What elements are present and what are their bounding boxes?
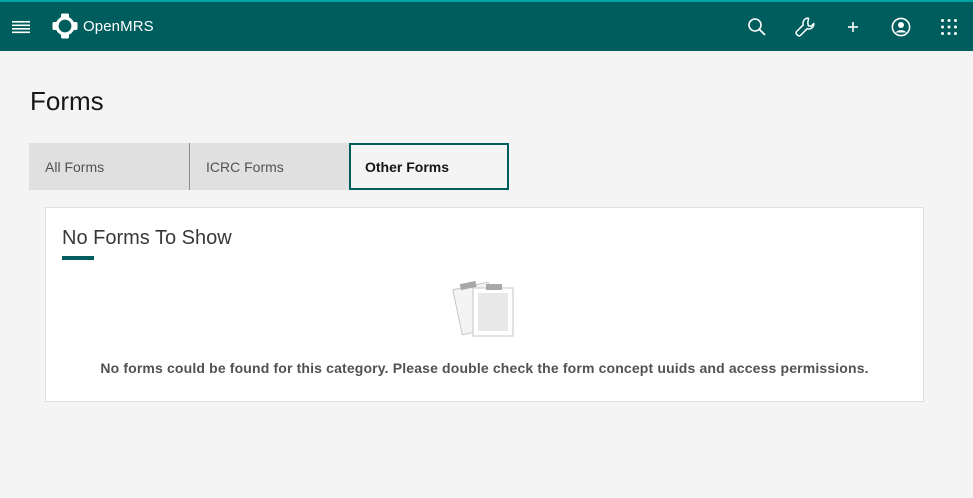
header-actions [733, 2, 973, 51]
brand-name: OpenMRS [83, 17, 154, 35]
empty-state-message: No forms could be found for this categor… [100, 360, 869, 376]
search-button[interactable] [733, 2, 781, 51]
tab-other-forms[interactable]: Other Forms [349, 143, 509, 190]
tab-all-forms[interactable]: All Forms [29, 143, 189, 190]
form-category-tabs: All Forms ICRC Forms Other Forms [29, 143, 509, 190]
clipboard-stack-icon [452, 280, 514, 337]
app-switcher-button[interactable] [925, 2, 973, 51]
heading-accent-bar [62, 256, 94, 260]
top-navigation-bar: OpenMRS [0, 0, 973, 51]
empty-state-heading: No Forms To Show [62, 227, 232, 249]
page-title: Forms [30, 86, 104, 116]
user-avatar-icon [891, 17, 911, 36]
empty-state-card: No Forms To Show No forms could be found… [45, 207, 924, 402]
app-switcher-icon [941, 18, 957, 35]
user-menu-button[interactable] [877, 2, 925, 51]
search-icon [748, 17, 766, 36]
menu-icon [12, 21, 30, 34]
add-patient-button[interactable] [829, 2, 877, 51]
tab-icrc-forms[interactable]: ICRC Forms [189, 143, 349, 190]
add-icon [848, 21, 858, 32]
openmrs-logo[interactable]: OpenMRS [52, 13, 154, 39]
system-administration-button[interactable] [781, 2, 829, 51]
openmrs-logo-icon [52, 13, 78, 39]
hamburger-menu-button[interactable] [10, 16, 32, 38]
wrench-icon [795, 16, 815, 37]
